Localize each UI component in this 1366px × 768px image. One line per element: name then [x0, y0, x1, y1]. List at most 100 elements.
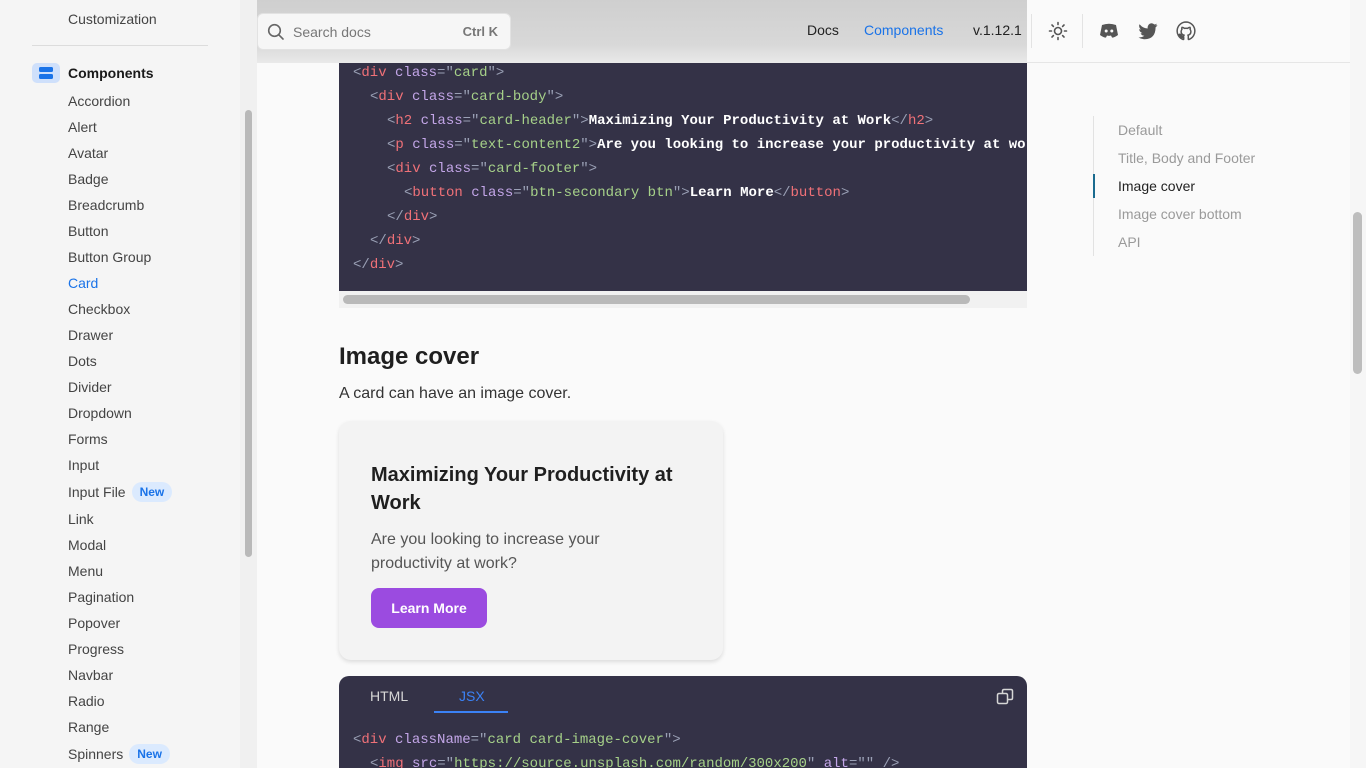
code-token: h2 [907, 113, 925, 129]
sidebar-item-radio[interactable]: Radio [68, 688, 172, 714]
sidebar-item-button[interactable]: Button [68, 218, 172, 244]
sidebar-item-pagination[interactable]: Pagination [68, 584, 172, 610]
code-line: <div class="card-body"> [370, 85, 563, 109]
sidebar-item-label: Avatar [68, 145, 109, 161]
sidebar-item-badge[interactable]: Badge [68, 166, 172, 192]
sidebar-item-menu[interactable]: Menu [68, 558, 172, 584]
code-line: <div className="card card-image-cover"> [353, 728, 681, 752]
sidebar-scrollbar-thumb[interactable] [245, 110, 252, 557]
sidebar-item-divider[interactable]: Divider [68, 374, 172, 400]
sidebar-item-label: Popover [68, 615, 121, 631]
page-scrollbar-thumb[interactable] [1353, 212, 1362, 374]
code-token: div [369, 257, 396, 273]
code-token: div [361, 732, 387, 748]
sidebar-item-drawer[interactable]: Drawer [68, 322, 172, 348]
toc-item-image-cover-bottom[interactable]: Image cover bottom [1094, 200, 1293, 228]
sidebar-item-input-file[interactable]: Input File New [68, 478, 173, 506]
code-token: > [412, 233, 421, 249]
sidebar-item-label: Divider [68, 379, 112, 395]
code-token: "> [580, 161, 598, 177]
sidebar-item-label: Input [68, 457, 100, 473]
sidebar-item-progress[interactable]: Progress [68, 636, 172, 662]
toc-item-image-cover[interactable]: Image cover [1093, 172, 1293, 200]
code-token: p [395, 137, 404, 153]
sidebar-item-dots[interactable]: Dots [68, 348, 172, 374]
code-token: Learn More [689, 185, 774, 201]
sun-icon[interactable] [1047, 20, 1069, 42]
sidebar-item-input[interactable]: Input [68, 452, 172, 478]
toc-item-default[interactable]: Default [1094, 116, 1293, 144]
code-token: div [403, 209, 430, 225]
card-text: Are you looking to increase your product… [371, 531, 600, 572]
toc-item-api[interactable]: API [1094, 228, 1293, 256]
sidebar-item-label: Range [68, 719, 110, 735]
sidebar-item-range[interactable]: Range [68, 714, 172, 740]
version-link[interactable]: v.1.12.1 [973, 22, 1022, 38]
sidebar-item-avatar[interactable]: Avatar [68, 140, 172, 166]
sidebar-item-spinners[interactable]: Spinners New [68, 740, 172, 768]
sidebar-item-label: Button Group [68, 249, 152, 265]
page-scrollbar[interactable] [1350, 0, 1366, 768]
github-icon[interactable] [1175, 20, 1197, 42]
header-divider [1031, 14, 1032, 48]
code-token: =" [462, 113, 480, 129]
code-block-image-cover: HTML JSX <div className="card card-image… [339, 676, 1027, 768]
sidebar-item-breadcrumb[interactable]: Breadcrumb [68, 192, 172, 218]
copy-icon[interactable] [994, 686, 1016, 708]
section-description: A card can have an image cover. [339, 385, 572, 402]
code-line: <p class="text-content2">Are you looking… [387, 133, 1027, 157]
sidebar-item-dropdown[interactable]: Dropdown [68, 400, 172, 426]
sidebar-item-popover[interactable]: Popover [68, 610, 172, 636]
sidebar-item-modal[interactable]: Modal [68, 532, 172, 558]
sidebar-item-label: Accordion [68, 93, 131, 109]
code-token: </ [387, 209, 404, 225]
sidebar-item-label: Radio [68, 693, 105, 709]
sidebar-item-label: Modal [68, 537, 107, 553]
sidebar-item-label: Navbar [68, 667, 114, 683]
discord-icon[interactable] [1098, 20, 1120, 42]
new-badge: New [131, 482, 173, 502]
sidebar-item-label: Breadcrumb [68, 197, 145, 213]
sidebar-section-components[interactable]: Components [32, 63, 154, 83]
sidebar-item-label: Link [68, 511, 94, 527]
code-token: button [412, 185, 463, 201]
code-token: class [471, 185, 514, 201]
code-token: "> [546, 89, 564, 105]
sidebar-item-card[interactable]: Card [68, 270, 172, 296]
code-token: button [790, 185, 841, 201]
sidebar-item-customization[interactable]: Customization [68, 11, 157, 27]
nav-docs-link[interactable]: Docs [807, 22, 839, 38]
toc-item-title-body-and-footer[interactable]: Title, Body and Footer [1094, 144, 1293, 172]
sidebar-item-link[interactable]: Link [68, 506, 172, 532]
code-token: img [378, 756, 404, 768]
code-line: <div class="card-footer"> [387, 157, 597, 181]
code-token: class [412, 137, 455, 153]
sidebar-item-label: Progress [68, 641, 125, 657]
tab-jsx[interactable]: JSX [459, 688, 485, 704]
twitter-icon[interactable] [1137, 20, 1159, 42]
sidebar-item-accordion[interactable]: Accordion [68, 88, 172, 114]
sidebar-item-forms[interactable]: Forms [68, 426, 172, 452]
new-badge: New [129, 744, 170, 764]
code-token: div [361, 65, 387, 81]
section-title: Image cover [339, 343, 480, 370]
sidebar-item-alert[interactable]: Alert [68, 114, 172, 140]
code-token: "> [487, 65, 505, 81]
sidebar-item-navbar[interactable]: Navbar [68, 662, 172, 688]
code-token: "> [571, 113, 589, 129]
sidebar-item-button-group[interactable]: Button Group [68, 244, 172, 270]
sidebar-item-checkbox[interactable]: Checkbox [68, 296, 172, 322]
header-divider-2 [1082, 14, 1083, 48]
code-token: div [386, 233, 413, 249]
nav-components-link[interactable]: Components [864, 22, 943, 38]
code-horizontal-scrollbar-thumb[interactable] [343, 295, 970, 304]
search-input[interactable]: Search docs Ctrl K [257, 13, 511, 50]
learn-more-button[interactable]: Learn More [371, 588, 487, 628]
code-token: "> [672, 185, 690, 201]
sidebar-item-label: Button [68, 223, 109, 239]
tab-html[interactable]: HTML [370, 688, 408, 704]
